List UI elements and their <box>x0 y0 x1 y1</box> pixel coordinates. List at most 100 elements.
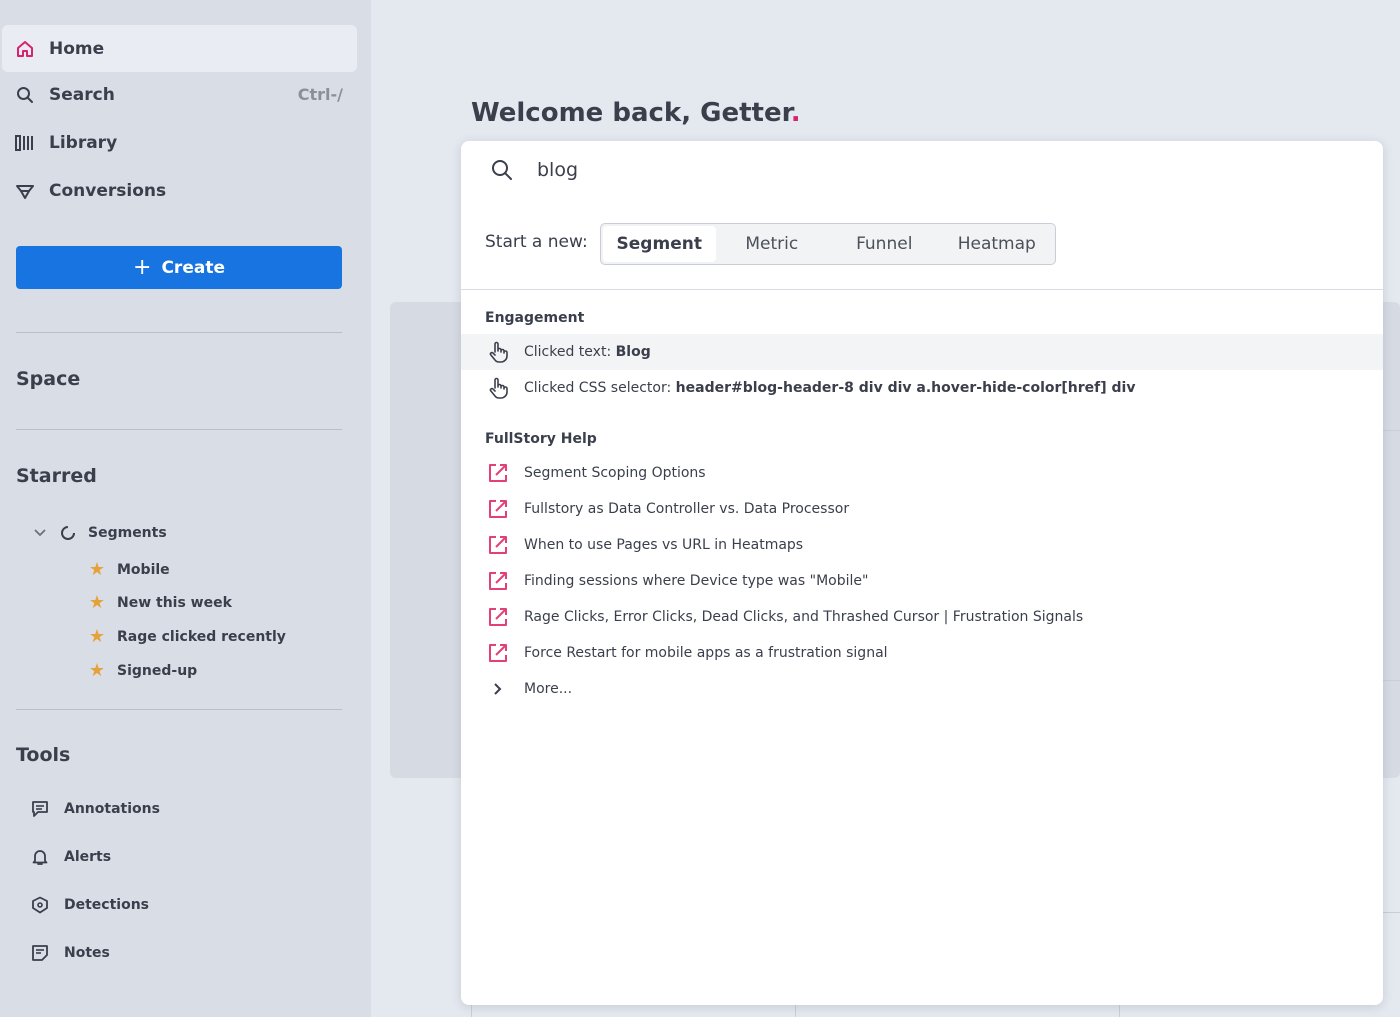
more-results[interactable]: More... <box>461 671 1383 707</box>
welcome-dot: . <box>790 98 801 128</box>
home-icon <box>14 38 36 60</box>
tool-label: Detections <box>64 897 150 913</box>
help-result-item[interactable]: Segment Scoping Options <box>461 455 1383 491</box>
tool-label: Alerts <box>64 849 112 865</box>
nav-item-label: Library <box>49 132 118 153</box>
starred-title: Starred <box>16 465 97 487</box>
nav-item-library[interactable]: Library <box>2 119 357 166</box>
starred-item-label: Mobile <box>117 561 170 578</box>
starred-item-signed-up[interactable]: ★ Signed-up <box>87 660 197 681</box>
divider <box>16 332 342 333</box>
option-segment[interactable]: Segment <box>603 226 716 262</box>
start-new-label: Start a new: <box>485 232 588 252</box>
star-icon: ★ <box>88 660 106 681</box>
external-link-icon <box>485 532 511 558</box>
tool-detections[interactable]: Detections <box>30 895 149 915</box>
conversions-icon <box>14 180 36 202</box>
nav-item-search[interactable]: Search Ctrl-/ <box>2 71 357 118</box>
result-text: Segment Scoping Options <box>524 465 706 481</box>
starred-item-mobile[interactable]: ★ Mobile <box>87 559 170 580</box>
note-icon <box>30 943 50 963</box>
group-title-engagement: Engagement <box>485 310 585 326</box>
help-result-item[interactable]: Fullstory as Data Controller vs. Data Pr… <box>461 491 1383 527</box>
nav-item-label: Conversions <box>49 180 167 201</box>
search-input[interactable] <box>537 155 1337 185</box>
background-divider <box>471 1005 472 1017</box>
divider <box>16 429 342 430</box>
tool-notes[interactable]: Notes <box>30 943 110 963</box>
result-text: Clicked CSS selector: header#blog-header… <box>524 380 1135 396</box>
nav-item-conversions[interactable]: Conversions <box>2 167 357 214</box>
nav-item-home[interactable]: Home <box>2 25 357 72</box>
search-icon <box>490 158 514 186</box>
annotation-icon <box>30 799 50 819</box>
bell-icon <box>30 847 50 867</box>
group-title-fullstory-help: FullStory Help <box>485 431 597 447</box>
result-text: Clicked text: Blog <box>524 344 651 360</box>
pointer-hand-icon <box>485 375 511 401</box>
background-divider <box>1383 912 1400 913</box>
starred-item-rage-clicked[interactable]: ★ Rage clicked recently <box>87 626 286 647</box>
external-link-icon <box>485 640 511 666</box>
star-icon: ★ <box>88 559 106 580</box>
create-button[interactable]: + Create <box>16 246 342 289</box>
more-label: More... <box>524 681 573 697</box>
tools-title: Tools <box>16 744 71 766</box>
tool-annotations[interactable]: Annotations <box>30 799 160 819</box>
nav-item-label: Search <box>49 84 115 105</box>
sidebar: Home Search Ctrl-/ Library Conversions +… <box>0 0 371 1017</box>
starred-item-new-this-week[interactable]: ★ New this week <box>87 592 232 613</box>
background-divider <box>795 1005 796 1017</box>
starred-item-label: Signed-up <box>117 662 198 679</box>
chevron-down-icon[interactable] <box>30 529 50 537</box>
plus-icon: + <box>133 254 152 280</box>
background-divider <box>1383 680 1400 681</box>
result-value: Blog <box>615 344 651 360</box>
star-icon: ★ <box>88 626 106 647</box>
create-button-label: Create <box>161 257 225 278</box>
starred-group-segments[interactable]: Segments <box>30 525 167 541</box>
help-result-item[interactable]: Finding sessions where Device type was "… <box>461 563 1383 599</box>
shield-icon <box>30 895 50 915</box>
option-metric[interactable]: Metric <box>716 226 829 262</box>
tool-label: Notes <box>64 945 110 961</box>
external-link-icon <box>485 604 511 630</box>
result-text: Force Restart for mobile apps as a frust… <box>524 645 888 661</box>
result-text: Finding sessions where Device type was "… <box>524 573 869 589</box>
option-heatmap[interactable]: Heatmap <box>941 226 1054 262</box>
panel-divider <box>461 289 1383 290</box>
result-prefix: Clicked CSS selector: <box>524 380 676 396</box>
nav-item-label: Home <box>49 38 105 59</box>
tool-label: Annotations <box>64 801 160 817</box>
result-text: Rage Clicks, Error Clicks, Dead Clicks, … <box>524 609 1084 625</box>
help-result-item[interactable]: When to use Pages vs URL in Heatmaps <box>461 527 1383 563</box>
search-shortcut: Ctrl-/ <box>297 85 343 104</box>
external-link-icon <box>485 496 511 522</box>
result-value: header#blog-header-8 div div a.hover-hid… <box>675 380 1136 396</box>
welcome-heading: Welcome back, Getter. <box>471 98 801 128</box>
external-link-icon <box>485 460 511 486</box>
starred-item-label: New this week <box>117 594 232 611</box>
help-result-item[interactable]: Force Restart for mobile apps as a frust… <box>461 635 1383 671</box>
result-item[interactable]: Clicked CSS selector: header#blog-header… <box>461 370 1383 406</box>
space-title: Space <box>16 368 81 390</box>
search-icon <box>14 84 36 106</box>
search-panel: Start a new: Segment Metric Funnel Heatm… <box>461 141 1383 1005</box>
result-item[interactable]: Clicked text: Blog <box>461 334 1383 370</box>
library-icon <box>14 132 36 154</box>
star-icon: ★ <box>88 592 106 613</box>
welcome-text: Welcome back, Getter <box>471 98 791 128</box>
segments-icon <box>58 525 78 541</box>
chevron-right-icon <box>485 676 511 702</box>
pointer-hand-icon <box>485 339 511 365</box>
starred-item-label: Rage clicked recently <box>117 628 286 645</box>
background-divider <box>1119 1005 1120 1017</box>
divider <box>16 709 342 710</box>
result-prefix: Clicked text: <box>524 344 616 360</box>
option-funnel[interactable]: Funnel <box>828 226 941 262</box>
help-result-item[interactable]: Rage Clicks, Error Clicks, Dead Clicks, … <box>461 599 1383 635</box>
start-new-selector: Segment Metric Funnel Heatmap <box>600 223 1056 265</box>
result-text: When to use Pages vs URL in Heatmaps <box>524 537 804 553</box>
tool-alerts[interactable]: Alerts <box>30 847 111 867</box>
background-divider <box>1383 430 1400 431</box>
